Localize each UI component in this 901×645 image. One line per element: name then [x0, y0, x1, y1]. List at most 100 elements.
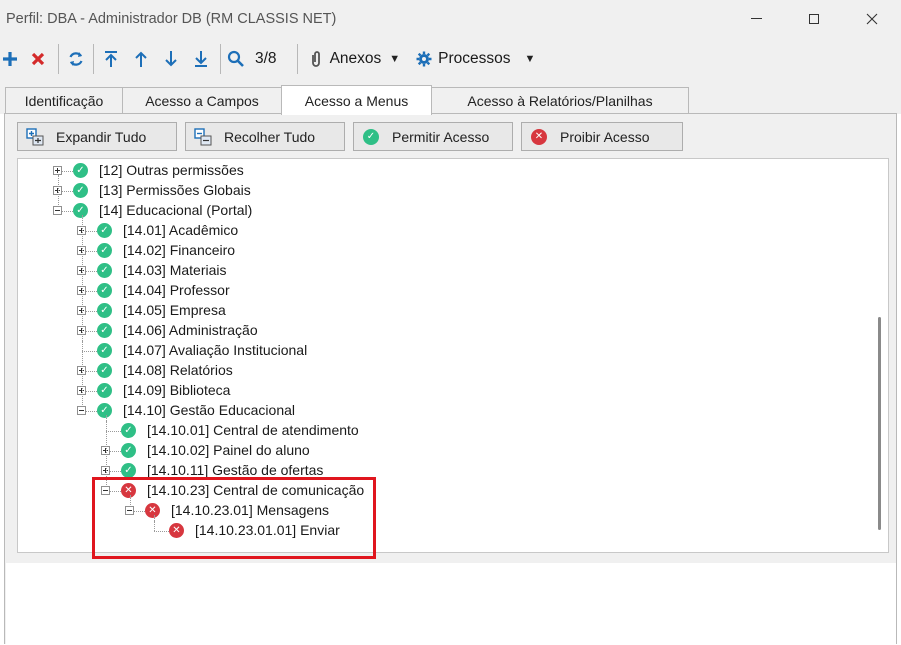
- tree-item[interactable]: ✓ [14] Educacional (Portal): [18, 201, 868, 221]
- tab-acesso-relatorios[interactable]: Acesso à Relatórios/Planilhas: [431, 87, 689, 114]
- toolbar-separator: [220, 44, 221, 74]
- check-circle-icon: ✓: [97, 303, 112, 318]
- collapse-node-icon[interactable]: [125, 506, 134, 515]
- collapse-node-icon[interactable]: [53, 206, 62, 215]
- tree-item[interactable]: ✓ [14.10.11] Gestão de ofertas: [18, 461, 868, 481]
- tree-item[interactable]: ✕ [14.10.23.01] Mensagens: [18, 501, 868, 521]
- next-record-button[interactable]: [156, 37, 186, 81]
- tab-label: Acesso à Relatórios/Planilhas: [467, 93, 653, 109]
- tree-item-label: [14.05] Empresa: [123, 302, 226, 318]
- tree-item[interactable]: ✓ [13] Permissões Globais: [18, 181, 868, 201]
- tree-item[interactable]: ✓ [14.01] Acadêmico: [18, 221, 868, 241]
- plus-icon: [3, 52, 17, 66]
- expand-node-icon[interactable]: [53, 166, 62, 175]
- toolbar-separator: [93, 44, 94, 74]
- tree-item[interactable]: ✕ [14.10.23] Central de comunicação: [18, 481, 868, 501]
- check-circle-icon: ✓: [73, 183, 88, 198]
- arrow-to-bottom-icon: [195, 51, 207, 67]
- expand-all-button[interactable]: Expandir Tudo: [17, 122, 177, 151]
- add-button[interactable]: [0, 37, 20, 81]
- expand-all-label: Expandir Tudo: [56, 128, 147, 145]
- deny-access-button[interactable]: ✕ Proibir Acesso: [521, 122, 683, 151]
- tab-label: Acesso a Menus: [304, 92, 409, 109]
- tree-item-label: [14.10.23.01] Mensagens: [171, 502, 330, 518]
- dropdown-caret-icon: ▼: [524, 53, 536, 65]
- maximize-button[interactable]: [785, 0, 843, 37]
- tree-item-label: [13] Permissões Globais: [99, 182, 251, 198]
- tree-item-label: [14.10.23.01.01] Enviar: [195, 522, 340, 538]
- action-buttons: Expandir Tudo Recolher Tudo ✓ Permitir A…: [17, 122, 691, 151]
- collapse-all-label: Recolher Tudo: [224, 128, 316, 145]
- tree-item[interactable]: ✓ [14.02] Financeiro: [18, 241, 868, 261]
- expand-tree-icon: [26, 127, 44, 146]
- gear-icon: [416, 51, 432, 67]
- tree-item-label: [14.08] Relatórios: [123, 362, 233, 378]
- collapse-node-icon[interactable]: [101, 486, 110, 495]
- tree-item-label: [14.09] Biblioteca: [123, 382, 231, 398]
- tree-item[interactable]: ✓ [14.10.01] Central de atendimento: [18, 421, 868, 441]
- x-circle-icon: ✕: [169, 523, 184, 538]
- check-circle-icon: ✓: [97, 323, 112, 338]
- vertical-scrollbar[interactable]: [872, 159, 888, 552]
- tree-guide-line: [154, 515, 155, 525]
- menu-access-panel: Expandir Tudo Recolher Tudo ✓ Permitir A…: [4, 113, 897, 645]
- scrollbar-thumb[interactable]: [878, 317, 881, 530]
- x-circle-icon: ✕: [145, 503, 160, 518]
- check-circle-icon: ✓: [121, 443, 136, 458]
- last-record-button[interactable]: [186, 37, 216, 81]
- tree-item[interactable]: ✓ [14.04] Professor: [18, 281, 868, 301]
- allow-access-button[interactable]: ✓ Permitir Acesso: [353, 122, 513, 151]
- tree-guide-line: [82, 215, 83, 405]
- delete-button[interactable]: [20, 37, 56, 81]
- minimize-button[interactable]: [727, 0, 785, 37]
- tab-acesso-menus[interactable]: Acesso a Menus: [281, 85, 432, 115]
- tree-item-label: [14.06] Administração: [123, 322, 258, 338]
- close-button[interactable]: [843, 0, 901, 37]
- tree-item[interactable]: ✓ [12] Outras permissões: [18, 161, 868, 181]
- anexos-menu[interactable]: Anexos ▼: [310, 37, 400, 81]
- collapse-all-button[interactable]: Recolher Tudo: [185, 122, 345, 151]
- tree-guide-line: [130, 495, 131, 505]
- refresh-button[interactable]: [61, 37, 91, 81]
- record-position: 3/8: [255, 50, 277, 67]
- tree-item[interactable]: ✓ [14.07] Avaliação Institucional: [18, 341, 868, 361]
- tree-item[interactable]: ✓ [14.06] Administração: [18, 321, 868, 341]
- tree-connector: [106, 431, 121, 432]
- tree-item[interactable]: ✕ [14.10.23.01.01] Enviar: [18, 521, 868, 541]
- toolbar-separator: [296, 44, 298, 74]
- tree-item[interactable]: ✓ [14.10.02] Painel do aluno: [18, 441, 868, 461]
- collapse-node-icon[interactable]: [77, 406, 86, 415]
- arrow-to-top-icon: [105, 51, 117, 67]
- maximize-icon: [809, 13, 819, 24]
- check-circle-icon: ✓: [97, 363, 112, 378]
- tree-item[interactable]: ✓ [14.09] Biblioteca: [18, 381, 868, 401]
- tree-item-label: [14.10.11] Gestão de ofertas: [147, 462, 324, 478]
- previous-record-button[interactable]: [126, 37, 156, 81]
- x-circle-icon: ✕: [530, 128, 548, 146]
- processos-menu[interactable]: Processos ▼: [416, 37, 535, 81]
- tree-item-label: [14.10.23] Central de comunicação: [147, 482, 365, 498]
- tree-guide-line: [58, 175, 59, 205]
- tree-guide-line: [106, 415, 107, 485]
- tree-connector: [154, 531, 169, 532]
- tree-item[interactable]: ✓ [14.03] Materiais: [18, 261, 868, 281]
- toolbar: 3/8 Anexos ▼ Processos ▼: [0, 37, 901, 81]
- first-record-button[interactable]: [96, 37, 126, 81]
- tab-acesso-campos[interactable]: Acesso a Campos: [122, 87, 282, 114]
- paperclip-icon: [311, 51, 320, 67]
- tree-item[interactable]: ✓ [14.05] Empresa: [18, 301, 868, 321]
- tree-item-label: [14.01] Acadêmico: [123, 222, 239, 238]
- search-button[interactable]: [225, 37, 247, 81]
- allow-access-label: Permitir Acesso: [392, 128, 490, 145]
- x-icon: [31, 52, 45, 66]
- tree-item[interactable]: ✓ [14.08] Relatórios: [18, 361, 868, 381]
- menu-tree[interactable]: ✓ [12] Outras permissões ✓ [13] Permissões …: [17, 158, 889, 553]
- arrow-down-icon: [165, 51, 177, 67]
- arrow-up-icon: [135, 51, 147, 67]
- check-circle-icon: ✓: [97, 263, 112, 278]
- tab-identificacao[interactable]: Identificação: [5, 87, 123, 114]
- x-circle-icon: ✕: [121, 483, 136, 498]
- title-bar: Perfil: DBA - Administrador DB (RM CLASS…: [0, 0, 901, 37]
- close-icon: [866, 13, 878, 24]
- tree-item[interactable]: ✓ [14.10] Gestão Educacional: [18, 401, 868, 421]
